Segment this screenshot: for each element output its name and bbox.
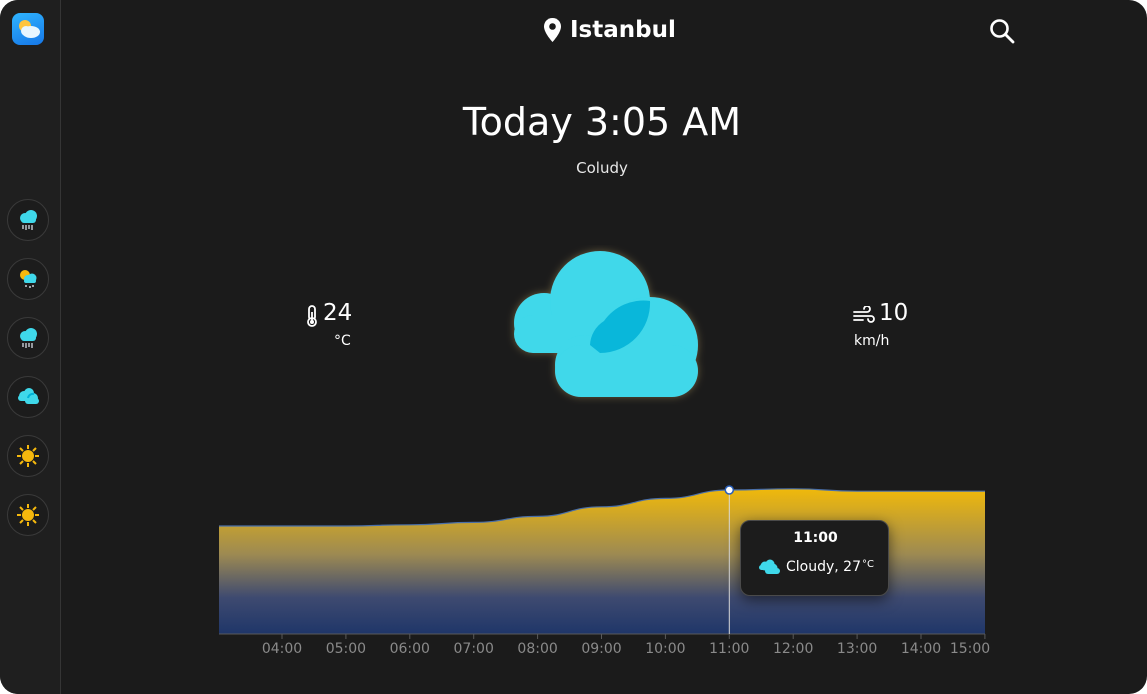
sun-rain-icon: [20, 270, 37, 288]
tooltip-text: Cloudy, 27: [786, 559, 861, 575]
highlighted-point[interactable]: [724, 485, 735, 495]
search-button[interactable]: [988, 17, 1016, 45]
rain-cloud-icon: [20, 210, 37, 230]
x-tick-label: 15:00: [950, 641, 990, 657]
x-tick-label: 07:00: [454, 641, 494, 657]
weather-app-window: Istanbul Today 3:05 AM Coludy 24 °C 10 k…: [0, 0, 1147, 694]
sidebar-item-cloudy[interactable]: [7, 376, 49, 418]
sidebar-item-sunny[interactable]: [7, 435, 49, 477]
sidebar-item-sun-rain[interactable]: [7, 258, 49, 300]
current-condition: Coludy: [576, 159, 628, 177]
search-icon: [990, 19, 1015, 44]
tooltip-unit: °C: [862, 558, 874, 570]
current-time-heading: Today 3:05 AM: [462, 100, 742, 144]
wind-unit: km/h: [854, 333, 890, 349]
sidebar-item-rain-2[interactable]: [7, 317, 49, 359]
sun-icon: [17, 445, 39, 467]
city-name: Istanbul: [570, 17, 676, 43]
x-tick-label: 06:00: [390, 641, 430, 657]
tooltip-time: 11:00: [793, 530, 838, 546]
x-tick-label: 08:00: [517, 641, 557, 657]
cloud-icon: [759, 559, 780, 574]
sidebar-item-sunny-2[interactable]: [7, 494, 49, 536]
x-tick-label: 11:00: [709, 641, 749, 657]
x-tick-label: 09:00: [581, 641, 621, 657]
map-pin-icon: [544, 18, 561, 42]
thermometer-icon: [307, 305, 317, 327]
x-tick-label: 10:00: [645, 641, 685, 657]
sidebar-item-rain[interactable]: [7, 199, 49, 241]
sun-icon: [17, 504, 39, 526]
partly-cloudy-app-icon[interactable]: [12, 13, 44, 45]
x-tick-label: 04:00: [262, 641, 302, 657]
temperature-unit: °C: [334, 333, 351, 349]
wind-value: 10: [879, 300, 909, 326]
chart-tooltip: 11:00 Cloudy, 27 °C: [740, 520, 889, 596]
cloud-icon: [500, 245, 706, 409]
wind-icon: [853, 306, 875, 323]
temperature-value: 24: [323, 300, 353, 326]
x-tick-label: 13:00: [837, 641, 877, 657]
x-tick-label: 12:00: [773, 641, 813, 657]
rain-cloud-icon: [20, 328, 37, 348]
x-tick-label: 05:00: [326, 641, 366, 657]
city-selector[interactable]: Istanbul: [543, 15, 676, 45]
x-tick-label: 14:00: [901, 641, 941, 657]
cloud-icon: [18, 388, 39, 404]
